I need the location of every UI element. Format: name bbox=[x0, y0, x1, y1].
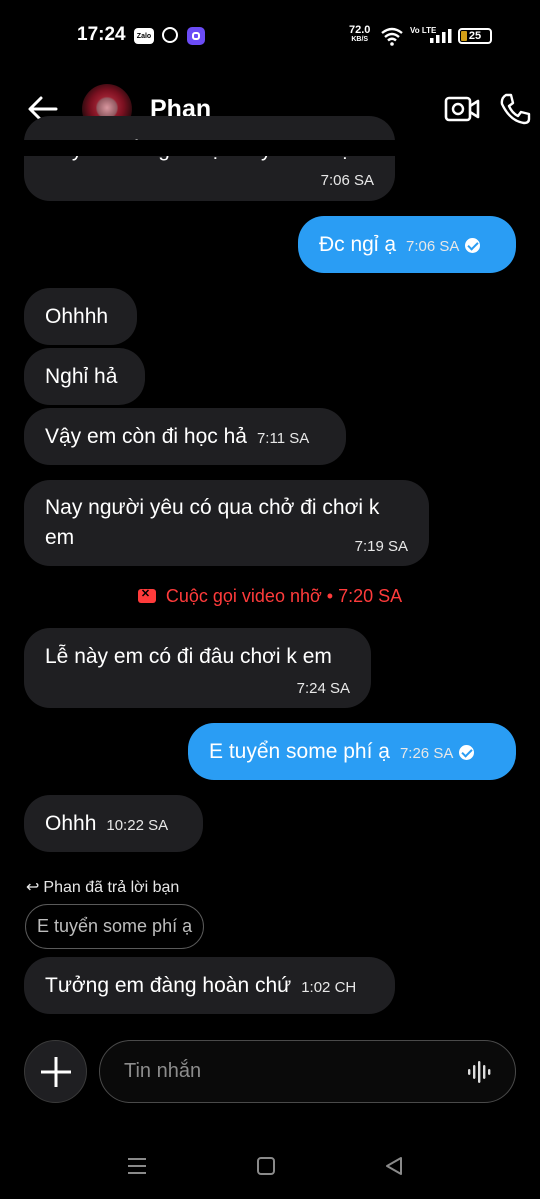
battery-level: 25 bbox=[468, 30, 482, 42]
video-call-icon[interactable] bbox=[444, 94, 480, 124]
message-time: 1:02 CH bbox=[301, 979, 357, 996]
message-bubble-incoming[interactable]: Ohhh 10:22 SA bbox=[24, 795, 203, 852]
message-time: 7:11 SA bbox=[256, 430, 310, 447]
message-text: E tuyển some phí ạ bbox=[209, 740, 390, 763]
header-overlap-mask bbox=[0, 140, 540, 156]
app-notification-icon bbox=[187, 27, 205, 45]
message-text: Ohhh bbox=[45, 812, 97, 835]
message-text: Lễ này em có đi đâu chơi k em bbox=[45, 645, 332, 668]
message-bubble-outgoing[interactable]: E tuyển some phí ạ 7:26 SA bbox=[188, 723, 516, 780]
voice-message-icon[interactable] bbox=[467, 1059, 493, 1085]
missed-video-call-icon bbox=[137, 587, 156, 603]
message-bubble-outgoing[interactable]: Đc ngỉ ạ 7:06 SA bbox=[298, 216, 516, 273]
message-bubble-incoming[interactable]: Tưởng em đàng hoàn chứ 1:02 CH bbox=[24, 957, 395, 1014]
reply-indicator: ↩ Phan đã trả lời bạn bbox=[26, 877, 179, 897]
reply-arrow-icon: ↩ bbox=[26, 879, 40, 896]
message-bubble-incoming[interactable]: Nay người yêu có qua chở đi chơi k em 7:… bbox=[24, 480, 429, 566]
phone-call-icon[interactable] bbox=[498, 92, 532, 126]
message-bubble-incoming[interactable]: Vậy em còn đi học hả 7:11 SA bbox=[24, 408, 346, 465]
message-time: 7:06 SA bbox=[320, 172, 374, 189]
quoted-text: E tuyển some phí ạ bbox=[37, 916, 193, 936]
message-input-placeholder: Tin nhắn bbox=[124, 1060, 202, 1082]
missed-call-text: Cuộc gọi video nhỡ • 7:20 SA bbox=[165, 586, 403, 606]
status-time: 17:24 bbox=[77, 24, 126, 45]
home-icon[interactable] bbox=[255, 1155, 277, 1177]
message-time: 7:06 SA bbox=[406, 238, 460, 255]
message-text: Đc ngỉ ạ bbox=[319, 233, 397, 256]
message-bubble-incoming[interactable]: Lễ này em có đi đâu chơi k em 7:24 SA bbox=[24, 628, 371, 708]
message-input[interactable]: Tin nhắn bbox=[99, 1040, 516, 1103]
messenger-notification-icon bbox=[162, 27, 178, 43]
network-speed-value: 72.0 bbox=[349, 24, 371, 36]
message-text: Nghỉ hả bbox=[45, 365, 118, 388]
message-text: Tưởng em đàng hoàn chứ bbox=[45, 974, 292, 997]
read-check-icon bbox=[465, 238, 481, 253]
message-bubble-incoming[interactable]: Ohhhh bbox=[24, 288, 137, 345]
message-bubble-incoming[interactable]: Nghỉ hả bbox=[24, 348, 145, 405]
recent-apps-icon[interactable] bbox=[126, 1155, 148, 1177]
message-time: 7:26 SA bbox=[399, 745, 454, 762]
signal-icon bbox=[430, 29, 452, 43]
network-speed: 72.0 KB/S bbox=[349, 25, 370, 45]
quoted-message[interactable]: E tuyển some phí ạ bbox=[25, 904, 205, 949]
network-speed-unit: KB/S bbox=[351, 36, 369, 43]
message-text: Ohhhh bbox=[45, 305, 109, 328]
message-time: 10:22 SA bbox=[106, 817, 169, 834]
message-text-line: Nay người yêu có qua chở đi chơi k bbox=[45, 496, 380, 519]
message-time: 7:19 SA bbox=[354, 538, 408, 555]
message-bubble-incoming[interactable]: Nay em nồng đi học nay đi làm ạ 7:06 SA bbox=[24, 116, 395, 201]
wifi-icon bbox=[381, 27, 403, 46]
status-bar: 17:24 Zalo 72.0 KB/S Vo LTE 25 bbox=[0, 0, 540, 70]
reply-label: Phan đã trả lời bạn bbox=[43, 879, 180, 896]
message-text: Vậy em còn đi học hả bbox=[45, 425, 247, 448]
battery-icon: 25 bbox=[458, 28, 492, 44]
message-text-line: em bbox=[45, 526, 75, 549]
message-time: 7:24 SA bbox=[296, 680, 350, 697]
missed-video-call[interactable]: Cuộc gọi video nhỡ • 7:20 SA bbox=[0, 586, 540, 607]
zalo-notification-icon: Zalo bbox=[134, 28, 154, 44]
back-nav-icon[interactable] bbox=[383, 1155, 405, 1177]
read-check-icon bbox=[459, 745, 475, 760]
add-attachment-button[interactable] bbox=[24, 1040, 87, 1103]
